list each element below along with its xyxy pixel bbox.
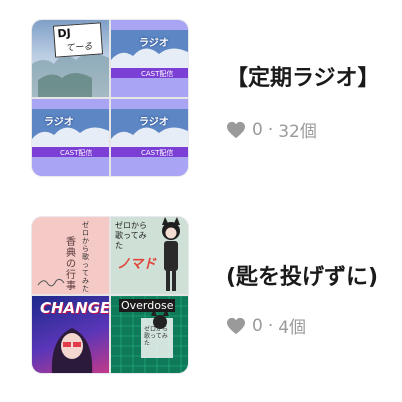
playlist-title[interactable]: (匙を投げずに) [226, 259, 378, 291]
signature-mark [37, 278, 65, 287]
thumbnail-tile: ラジオ CAST配信 [32, 99, 109, 176]
thumbnail-tile: ゼロから歌ってみた 香典の行事 [32, 217, 109, 294]
tile-sublabel: ノマド [117, 257, 157, 272]
tile-label: ゼロから歌ってみた [115, 221, 147, 250]
heart-icon[interactable] [226, 317, 246, 335]
tile-label: ラジオ [139, 38, 169, 49]
playlist-meta: 0 · 32個 [226, 117, 317, 142]
playlist-thumbnail[interactable]: ゼロから歌ってみた 香典の行事 ゼロから歌ってみた ノマド CHANGE Ove… [32, 217, 188, 373]
tile-sublabel: てーる [65, 42, 93, 54]
playlist-item[interactable]: ゼロから歌ってみた 香典の行事 ゼロから歌ってみた ノマド CHANGE Ove… [0, 217, 402, 377]
tile-label: CHANGE [40, 299, 109, 317]
playlist-title[interactable]: 【定期ラジオ】 [226, 60, 380, 92]
item-count: 4個 [278, 318, 307, 338]
tile-sublabel: CAST配信 [60, 149, 93, 157]
thumbnail-tile: Overdose ゼロから歌ってみた [111, 296, 188, 373]
playlist-item[interactable]: DJ てーる ラジオ CAST配信 ラジオ CAST配信 ラジオ CAST配信 … [0, 20, 402, 180]
thumbnail-tile: CHANGE [32, 296, 109, 373]
catgirl-figure [162, 217, 180, 291]
tile-label: DJ [57, 26, 72, 41]
meta-separator: · [267, 315, 274, 336]
meta-separator: · [267, 119, 274, 140]
dj-logo-card: DJ てーる [52, 22, 104, 58]
tile-sublabel: ゼロから歌ってみた [144, 326, 169, 347]
tile-sublabel: CAST配信 [141, 70, 174, 78]
thumbnail-tile: ラジオ CAST配信 [111, 99, 188, 176]
tile-label: ラジオ [139, 117, 169, 128]
item-count: 32個 [278, 122, 317, 142]
heart-icon[interactable] [226, 121, 246, 139]
singer-figure [51, 328, 93, 373]
playlist-meta: 0 · 4個 [226, 313, 306, 338]
tile-label: ゼロから歌ってみた [82, 221, 89, 293]
thumbnail-tile: ゼロから歌ってみた ノマド [111, 217, 188, 294]
thumbnail-tile: DJ てーる [32, 20, 109, 97]
like-count: 0 [252, 315, 263, 336]
playlist-thumbnail[interactable]: DJ てーる ラジオ CAST配信 ラジオ CAST配信 ラジオ CAST配信 [32, 20, 188, 176]
tile-sublabel: 香典の行事 [66, 237, 76, 292]
like-count: 0 [252, 119, 263, 140]
tile-sublabel: CAST配信 [141, 149, 174, 157]
tile-label: Overdose [119, 299, 176, 312]
thumbnail-tile: ラジオ CAST配信 [111, 20, 188, 97]
tile-label: ラジオ [44, 117, 74, 128]
